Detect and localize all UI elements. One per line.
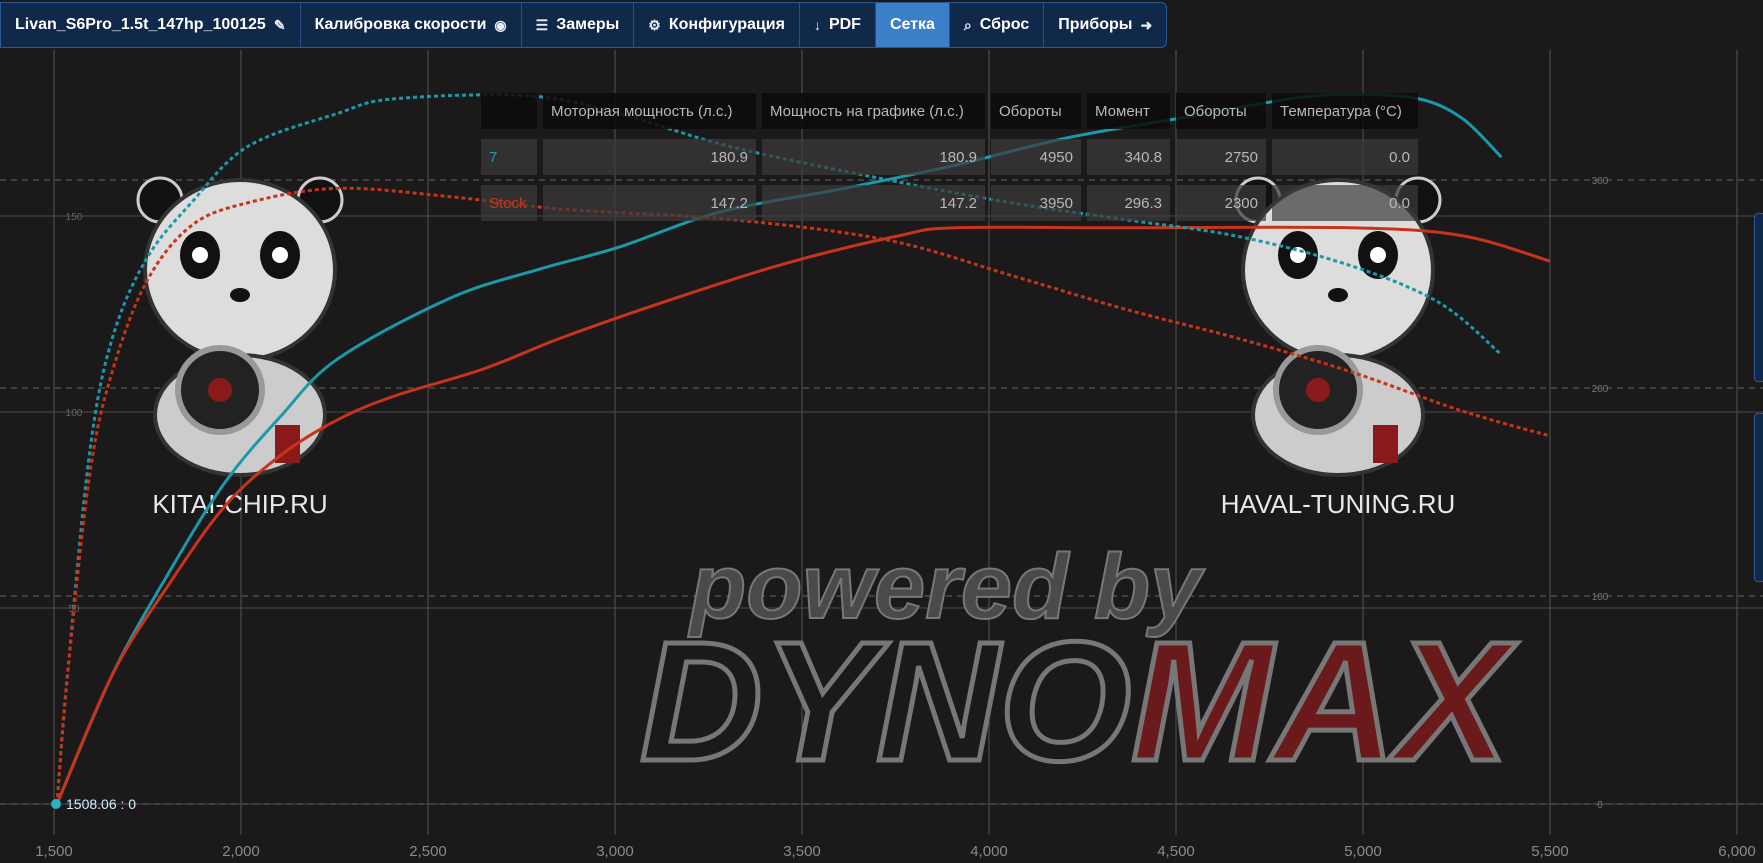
- tag-icon: ✎: [273, 16, 286, 33]
- y-right-tick-label: 0: [1597, 800, 1603, 811]
- table-row-name[interactable]: Stock: [481, 185, 537, 221]
- table-header: Моторная мощность (л.с.): [543, 93, 756, 129]
- table-cell: 147.2: [543, 185, 756, 221]
- table-header: Мощность на графике (л.с.): [762, 93, 985, 129]
- x-tick-label: 2,000: [222, 843, 260, 860]
- table-cell: 0.0: [1272, 185, 1418, 221]
- watermark-dyno: DYNO: [640, 607, 1131, 797]
- y-left-tick-label: 100: [66, 408, 83, 419]
- x-tick-label: 3,000: [596, 843, 634, 860]
- toolbar-button-label: Замеры: [556, 16, 620, 33]
- table-cell: 2300: [1176, 185, 1266, 221]
- table-header: Температура (°C): [1272, 93, 1418, 129]
- panda-logo-right: [1234, 176, 1442, 477]
- y-left-tick-label: 150: [66, 212, 83, 223]
- x-tick-label: 2,500: [409, 843, 447, 860]
- table-cell: 4950: [991, 139, 1081, 175]
- table-cell: 180.9: [762, 139, 985, 175]
- x-tick-label: 4,000: [970, 843, 1008, 860]
- table-cell: 296.3: [1087, 185, 1170, 221]
- table-cell: 340.8: [1087, 139, 1170, 175]
- toolbar-button-4[interactable]: ↓ PDF: [800, 3, 876, 47]
- x-tick-label: 3,500: [783, 843, 821, 860]
- toolbar-button-label: Livan_S6Pro_1.5t_147hp_100125: [15, 16, 266, 33]
- y-right-tick-label: 100: [1592, 592, 1609, 603]
- toolbar-button-7[interactable]: Приборы ➜: [1044, 3, 1166, 47]
- side-panel-handle-top[interactable]: [1754, 213, 1763, 382]
- table-header: Момент: [1087, 93, 1170, 129]
- table-cell: 180.9: [543, 139, 756, 175]
- table-row-name[interactable]: 7: [481, 139, 537, 175]
- table-cell: 0.0: [1272, 139, 1418, 175]
- search-icon: ⌕: [963, 16, 972, 33]
- panda-logo-left: [136, 176, 344, 477]
- toolbar-button-0[interactable]: Livan_S6Pro_1.5t_147hp_100125 ✎: [1, 3, 301, 47]
- watermark-right: HAVAL-TUNING.RU: [1221, 489, 1456, 519]
- watermarks: KITAI-CHIP.RU HAVAL-TUNING.RU powered by…: [136, 176, 1520, 800]
- table-header: Обороты: [1176, 93, 1266, 129]
- toolbar-button-label: Калибровка скорости: [314, 16, 487, 33]
- download-arrow-icon: ↓: [813, 17, 821, 33]
- x-tick-label: 5,500: [1531, 843, 1569, 860]
- toolbar-button-label: Конфигурация: [668, 16, 785, 33]
- list-icon: ☰: [535, 16, 549, 33]
- toolbar-button-label: Приборы: [1058, 16, 1133, 33]
- toolbar-button-label: PDF: [828, 16, 861, 33]
- watermark-dynomax: DYNOMAX: [640, 607, 1518, 797]
- toolbar-button-3[interactable]: ⚙ Конфигурация: [634, 3, 800, 47]
- cursor-point[interactable]: [51, 799, 61, 809]
- toolbar-button-label: Сетка: [889, 16, 935, 33]
- y-right-tick-label: 300: [1592, 176, 1609, 187]
- table-cell: 3950: [991, 185, 1081, 221]
- arrow-right-icon: ➜: [1140, 16, 1153, 33]
- table-header: Обороты: [991, 93, 1081, 129]
- table-cell: 2750: [1176, 139, 1266, 175]
- toolbar-button-label: Сброс: [979, 16, 1030, 33]
- table-cell: 147.2: [762, 185, 985, 221]
- x-tick-label: 5,000: [1344, 843, 1382, 860]
- x-tick-label: 4,500: [1157, 843, 1195, 860]
- toolbar: Livan_S6Pro_1.5t_147hp_100125 ✎ Калибровка…: [0, 2, 1168, 48]
- watermark-max: MAX: [1131, 607, 1517, 797]
- x-tick-label: 6,000: [1718, 843, 1756, 860]
- toolbar-button-6[interactable]: ⌕ Сброс: [950, 3, 1045, 47]
- y-right-tick-label: 200: [1592, 384, 1609, 395]
- toolbar-button-2[interactable]: ☰ Замеры: [522, 3, 635, 47]
- watermark-left: KITAI-CHIP.RU: [152, 489, 327, 519]
- table-header: [481, 93, 537, 129]
- x-tick-label: 1,500: [35, 843, 73, 860]
- toolbar-button-1[interactable]: Калибровка скорости ◉: [301, 3, 522, 47]
- cursor-label: 1508.06 : 0: [66, 796, 136, 812]
- results-table: Моторная мощность (л.с.) Мощность на граф…: [481, 93, 1418, 221]
- eye-icon: ◉: [494, 16, 507, 33]
- gear-icon: ⚙: [648, 16, 661, 33]
- side-panel-handle-bottom[interactable]: [1754, 413, 1763, 582]
- toolbar-button-5[interactable]: Сетка: [875, 3, 950, 47]
